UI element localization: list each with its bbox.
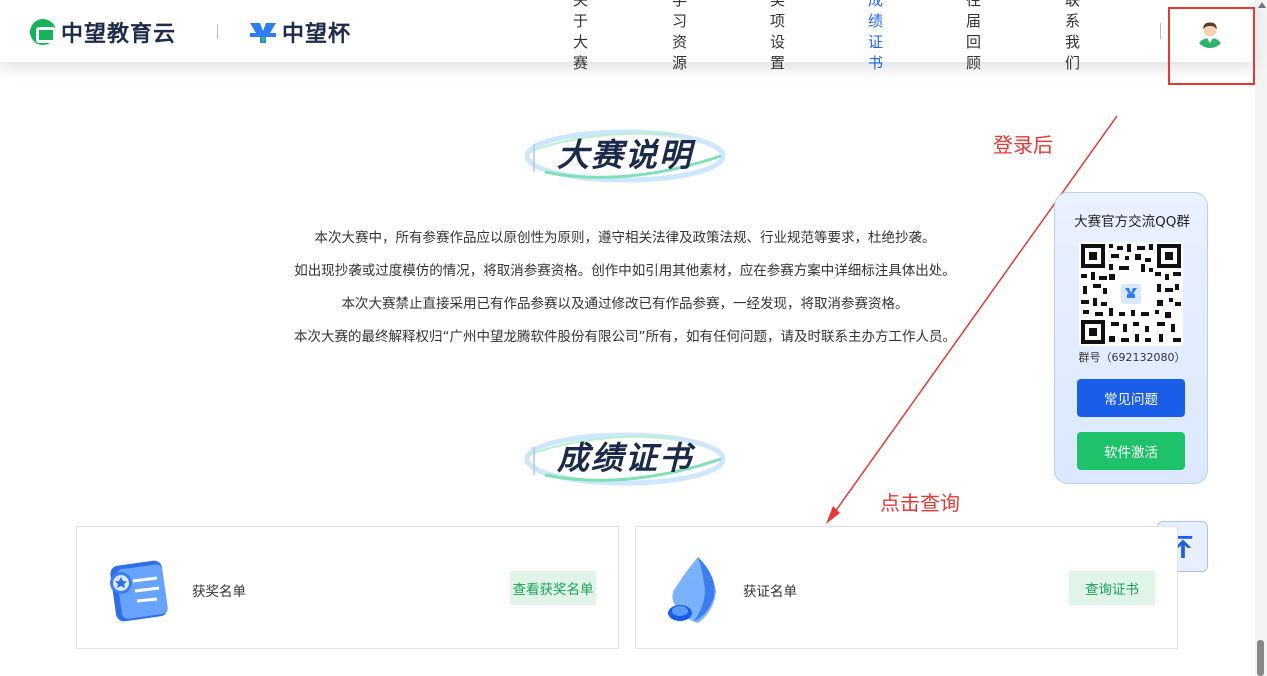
qq-group-number: 群号（692132080） xyxy=(1078,351,1186,364)
zwedu-logo[interactable]: 中望教育云 xyxy=(30,16,176,48)
qq-panel-title: 大赛官方交流QQ群 xyxy=(1074,214,1190,230)
avatar-highlight-box xyxy=(1168,7,1255,85)
nav-item-learning[interactable]: 学习资源 xyxy=(672,0,687,73)
zwcup-logo-text: 中望杯 xyxy=(282,22,352,47)
award-list-label: 获奖名单 xyxy=(192,584,246,600)
user-avatar-icon[interactable] xyxy=(1195,18,1225,48)
nav-item-certificates[interactable]: 成绩证书 xyxy=(868,0,883,73)
zwedu-logo-icon xyxy=(30,19,56,45)
qr-code-image xyxy=(1079,242,1183,346)
certificate-list-card: 获证名单 查询证书 xyxy=(635,526,1178,649)
annotation-click-query: 点击查询 xyxy=(880,491,960,515)
award-scroll-icon xyxy=(110,560,168,622)
software-activation-button[interactable]: 软件激活 xyxy=(1077,432,1185,470)
logo-divider xyxy=(217,24,218,39)
nav-item-awards[interactable]: 奖项设置 xyxy=(770,0,785,73)
top-header: 中望教育云 中望杯 关于大赛 学习资源 奖项设置 成绩证书 往届回顾 联系我们 xyxy=(0,0,1255,72)
view-award-list-button[interactable]: 查看获奖名单 xyxy=(510,571,596,605)
award-list-card: 获奖名单 查看获奖名单 xyxy=(76,526,619,649)
nav-item-contact[interactable]: 联系我们 xyxy=(1065,0,1080,73)
zwcup-logo[interactable]: 中望杯 xyxy=(248,16,351,48)
certificate-list-label: 获证名单 xyxy=(743,584,797,600)
qq-group-panel: 大赛官方交流QQ群 群号（692132080） 常见问题 软件激活 xyxy=(1054,192,1208,484)
annotation-after-login: 登录后 xyxy=(993,133,1053,157)
zwedu-logo-text: 中望教育云 xyxy=(61,22,177,47)
zwcup-logo-icon xyxy=(250,23,276,43)
page: 中望教育云 中望杯 关于大赛 学习资源 奖项设置 成绩证书 往届回顾 联系我们 xyxy=(0,0,1267,676)
nav-item-about[interactable]: 关于大赛 xyxy=(573,0,588,73)
nav-divider xyxy=(1160,23,1161,39)
megaphone-icon xyxy=(668,557,716,623)
nav-item-review[interactable]: 往届回顾 xyxy=(966,0,981,73)
faq-button[interactable]: 常见问题 xyxy=(1077,379,1185,417)
query-certificate-button[interactable]: 查询证书 xyxy=(1069,571,1155,605)
